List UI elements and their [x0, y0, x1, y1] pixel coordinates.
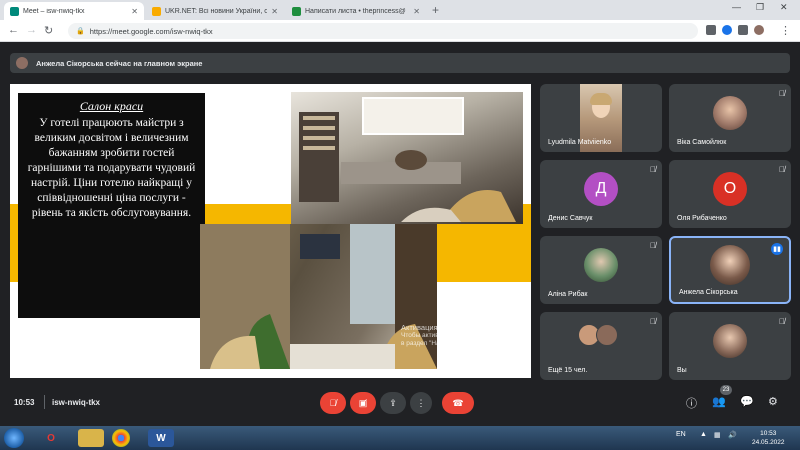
participant-name: Вы	[677, 367, 687, 374]
people-icon[interactable]: 👥	[712, 395, 726, 408]
mic-off-icon: 🎙̸	[779, 165, 785, 174]
reload-icon[interactable]: ↻	[44, 24, 53, 37]
shared-screen: Салон краси У готелі працюють майстри з …	[10, 84, 531, 378]
close-tab-icon[interactable]: ✕	[413, 7, 420, 16]
maximize-icon[interactable]: ❐	[756, 2, 764, 13]
opera-icon[interactable]: O	[38, 429, 64, 447]
participant-tile-more[interactable]: 🎙̸ Ещё 15 чел.	[540, 312, 662, 380]
leave-call-button[interactable]: ☎	[442, 392, 474, 414]
close-tab-icon[interactable]: ✕	[131, 7, 138, 16]
participant-name: Ещё 15 чел.	[548, 367, 588, 374]
tray-arrow-icon[interactable]: ▲	[700, 431, 707, 438]
watermark-line2: Чтобы активировать Windows, перейдите в …	[401, 332, 527, 347]
network-icon[interactable]: ▦	[714, 431, 721, 439]
presenting-banner: Анжела Сікорська сейчас на главном экран…	[10, 53, 790, 73]
forward-icon[interactable]: →	[26, 24, 37, 36]
camera-toggle-button[interactable]: ▣̸	[350, 392, 376, 414]
participant-tile-denys[interactable]: 🎙̸ Д Денис Савчук	[540, 160, 662, 228]
mic-off-icon: 🎙̸	[650, 165, 656, 174]
meeting-controls-bar: 10:53 isw-nwiq-tkx 🎙̸ ▣̸ ⇪ ⋮ ☎ ⓘ 23 👥 💬 …	[0, 384, 800, 422]
speaking-indicator-icon: ▮▮	[771, 243, 783, 255]
mail-favicon-icon	[292, 6, 301, 16]
mic-off-icon: 🎙̸	[650, 317, 656, 326]
participant-tile-vika[interactable]: 🎙̸ Віка Самойлюк	[669, 84, 791, 152]
meeting-code: isw-nwiq-tkx	[52, 398, 101, 407]
camera-indicator-icon[interactable]	[706, 25, 716, 35]
participant-name: Аліна Рибак	[548, 291, 588, 298]
new-tab-icon[interactable]: +	[432, 3, 439, 17]
participant-tile-you[interactable]: 🎙̸ Вы	[669, 312, 791, 380]
avatar	[713, 96, 747, 130]
tab-mail[interactable]: Написати листа • theprincess@ ✕	[286, 2, 426, 20]
participant-name: Lyudmila Matviienko	[548, 139, 612, 146]
close-tab-icon[interactable]: ✕	[271, 7, 278, 16]
mic-toggle-button[interactable]: 🎙̸	[320, 392, 346, 414]
participant-tile-lyudmila[interactable]: Lyudmila Matviienko	[540, 84, 662, 152]
participant-count-badge: 23	[720, 385, 732, 395]
activities-icon[interactable]: ⚙	[768, 395, 778, 408]
close-window-icon[interactable]: ✕	[780, 2, 788, 13]
mic-off-icon: 🎙̸	[779, 317, 785, 326]
banner-text: Анжела Сікорська сейчас на главном экран…	[36, 58, 203, 68]
meeting-info-icon[interactable]: ⓘ	[686, 395, 697, 411]
browser-tab-strip: Meet – isw-nwiq-tkx ✕ UKR.NET: Всі новин…	[0, 0, 800, 20]
windows-activation-watermark: Активация Windows Чтобы активировать Win…	[401, 324, 531, 348]
meet-favicon-icon	[10, 6, 19, 16]
ukrnet-favicon-icon	[152, 6, 161, 16]
taskbar-clock[interactable]: 10:53 24.05.2022	[752, 429, 785, 447]
chat-icon[interactable]: 💬	[740, 395, 754, 408]
participant-name: Віка Самойлюк	[677, 139, 727, 146]
salon-photo-top	[291, 92, 523, 224]
lock-icon: 🔒	[76, 28, 85, 35]
avatar	[584, 248, 618, 282]
avatar	[713, 324, 747, 358]
windows-taskbar: O W EN ▲ ▦ 🔊 10:53 24.05.2022	[0, 426, 800, 450]
clock-date: 24.05.2022	[752, 439, 785, 446]
participant-tile-alina[interactable]: 🎙̸ Аліна Рибак	[540, 236, 662, 304]
puzzle-icon[interactable]	[738, 25, 748, 35]
minimize-icon[interactable]: —	[732, 2, 741, 12]
mic-off-icon: 🎙̸	[779, 89, 785, 98]
present-screen-button[interactable]: ⇪	[380, 392, 406, 414]
more-options-button[interactable]: ⋮	[410, 392, 432, 414]
avatar: Д	[584, 172, 618, 206]
mic-off-icon: 🎙̸	[650, 241, 656, 250]
clock-time: 10:53	[760, 430, 777, 437]
tab-ukrnet[interactable]: UKR.NET: Всі новини України, о ✕	[146, 2, 284, 20]
tab-meet[interactable]: Meet – isw-nwiq-tkx ✕	[4, 2, 144, 20]
profile-avatar-icon[interactable]	[754, 25, 764, 35]
word-icon[interactable]: W	[148, 429, 174, 447]
slide-text-box: Салон краси У готелі працюють майстри з …	[18, 93, 205, 318]
participant-name: Оля Рибаченко	[677, 215, 727, 222]
meeting-time: 10:53	[14, 398, 35, 407]
avatar	[16, 57, 28, 69]
tab-title: Написати листа • theprincess@	[305, 7, 406, 15]
menu-dots-icon[interactable]: ⋮	[780, 24, 791, 37]
participant-name: Анжела Сікорська	[679, 289, 738, 296]
url-text: https://meet.google.com/isw-nwiq-tkx	[89, 26, 213, 36]
volume-icon[interactable]: 🔊	[728, 431, 737, 439]
windows-start-icon[interactable]	[4, 428, 24, 448]
extension-icon[interactable]	[722, 25, 732, 35]
participant-tile-anzhela[interactable]: ▮▮ Анжела Сікорська	[669, 236, 791, 304]
participant-name: Денис Савчук	[548, 215, 593, 222]
chrome-icon[interactable]	[112, 429, 130, 447]
language-indicator[interactable]: EN	[676, 431, 686, 438]
avatar: О	[713, 172, 747, 206]
avatar	[710, 245, 750, 285]
browser-toolbar: ← → ↻ 🔒 https://meet.google.com/isw-nwiq…	[0, 20, 800, 42]
tab-title: UKR.NET: Всі новини України, о	[165, 7, 268, 15]
watermark-line1: Активация Windows	[401, 323, 471, 332]
participant-tile-olya[interactable]: 🎙̸ О Оля Рибаченко	[669, 160, 791, 228]
tab-title: Meet – isw-nwiq-tkx	[23, 7, 85, 15]
divider	[44, 395, 45, 409]
back-icon[interactable]: ←	[8, 24, 19, 36]
address-bar[interactable]: 🔒 https://meet.google.com/isw-nwiq-tkx	[68, 23, 698, 39]
slide-body: У готелі працюють майстри з великим досв…	[27, 117, 196, 219]
slide-title: Салон краси	[79, 99, 144, 113]
file-explorer-icon[interactable]	[78, 429, 104, 447]
